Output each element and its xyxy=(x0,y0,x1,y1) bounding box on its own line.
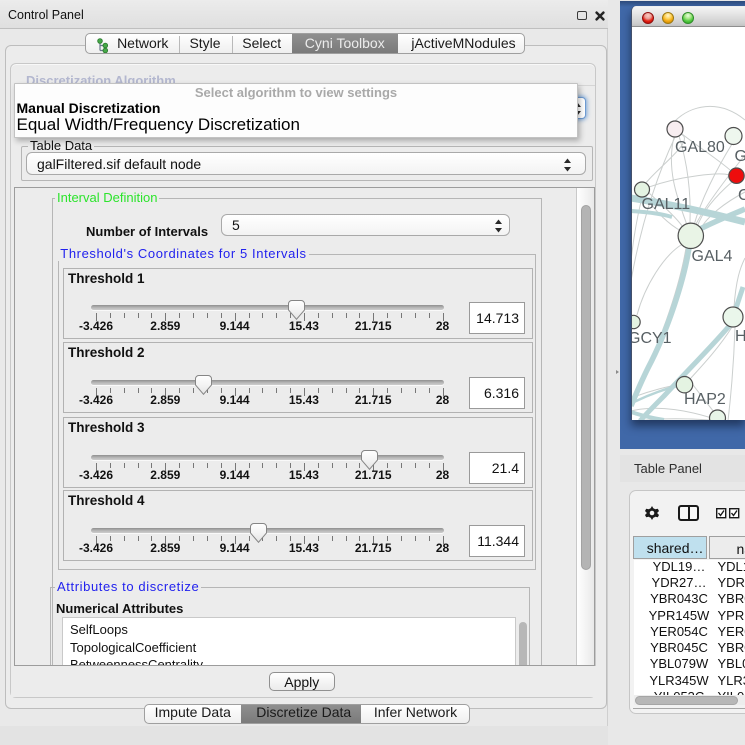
svg-text:G: G xyxy=(735,148,745,165)
svg-text:GCY1: GCY1 xyxy=(632,330,672,347)
svg-text:HAP2: HAP2 xyxy=(684,391,726,408)
svg-text:H: H xyxy=(735,328,745,345)
svg-text:GAL80: GAL80 xyxy=(675,139,725,156)
svg-text:C: C xyxy=(738,187,745,204)
svg-text:GAL11: GAL11 xyxy=(642,196,691,213)
svg-text:GAL4: GAL4 xyxy=(692,248,733,265)
